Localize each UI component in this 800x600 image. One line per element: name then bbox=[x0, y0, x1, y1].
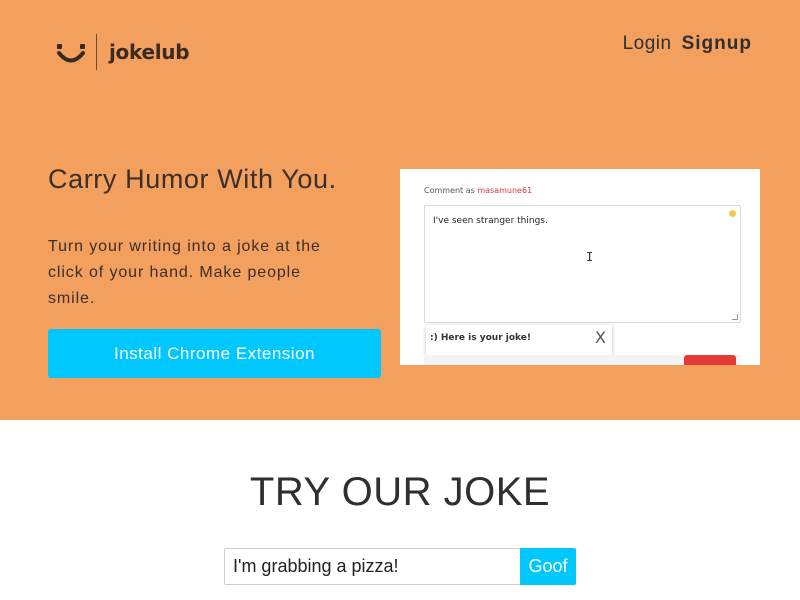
hero-subtext: Turn your writing into a joke at the cli… bbox=[48, 238, 321, 307]
hero-headline: Carry Humor With You. bbox=[48, 164, 337, 194]
hero-section: jokelub Login Signup Carry Humor With Yo… bbox=[0, 0, 800, 420]
brand-name: jokelub bbox=[109, 40, 190, 64]
smiley-icon bbox=[57, 44, 85, 63]
install-extension-button[interactable]: Install Chrome Extension bbox=[48, 329, 381, 378]
preview-submit-button bbox=[684, 355, 736, 365]
joke-form: Goof bbox=[224, 548, 576, 585]
login-link[interactable]: Login bbox=[623, 33, 672, 55]
joke-input[interactable] bbox=[224, 548, 520, 585]
try-section-title: TRY OUR JOKE bbox=[249, 470, 551, 514]
close-icon: X bbox=[595, 328, 606, 347]
extension-preview-image: Comment as masamune61 I've seen stranger… bbox=[400, 169, 760, 365]
preview-comment-label: Comment as masamune61 bbox=[424, 186, 533, 195]
logo[interactable]: jokelub bbox=[54, 32, 190, 72]
logo-divider bbox=[96, 34, 97, 70]
preview-comment-text: I've seen stranger things. bbox=[433, 216, 548, 226]
preview-username: masamune61 bbox=[477, 186, 533, 195]
preview-popup-text: :) Here is your joke! bbox=[430, 333, 531, 343]
text-cursor-icon: I bbox=[586, 250, 594, 264]
preview-status-dot bbox=[729, 210, 736, 217]
top-nav: Login Signup bbox=[623, 33, 752, 55]
resize-grip-icon bbox=[732, 314, 738, 320]
preview-comment-box: I've seen stranger things. I bbox=[424, 205, 741, 323]
preview-joke-popup: :) Here is your joke! X bbox=[426, 325, 612, 355]
signup-link[interactable]: Signup bbox=[682, 33, 752, 55]
goof-button[interactable]: Goof bbox=[520, 548, 576, 585]
